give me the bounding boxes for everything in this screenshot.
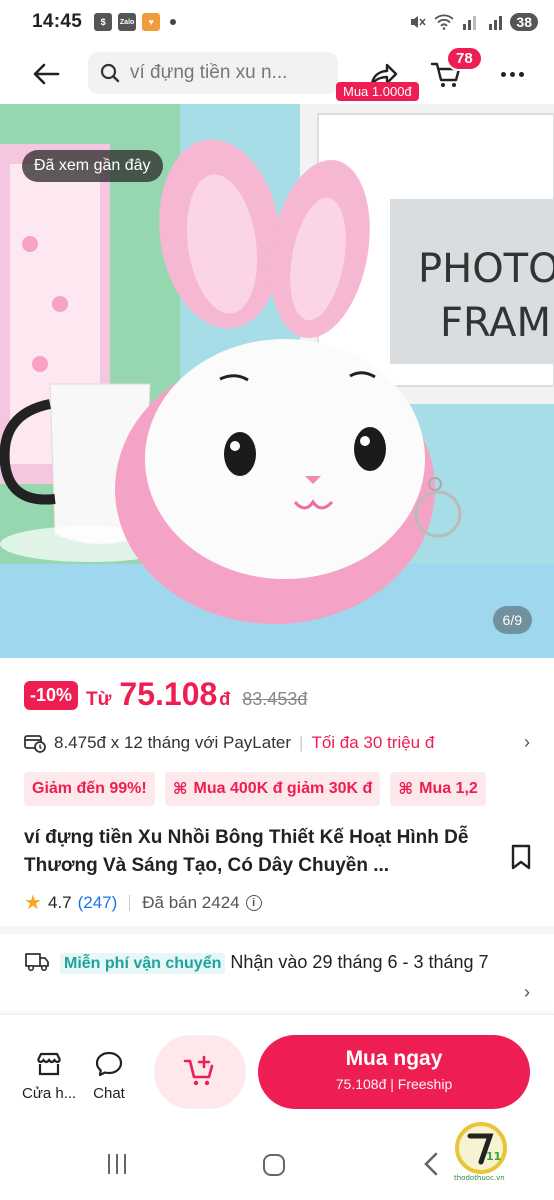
wifi-icon (434, 14, 455, 30)
coupon-label: Giảm đến 99%! (32, 780, 147, 797)
home-button[interactable] (263, 1154, 285, 1176)
chat-button[interactable]: Chat (86, 1051, 132, 1102)
signal-icon (463, 16, 477, 30)
price-currency: đ (219, 689, 231, 709)
search-icon (100, 63, 120, 83)
photo-frame-text-2: FRAME (440, 300, 554, 346)
product-image-carousel[interactable]: PHOTO FRAME Đã xem gần đây 6/9 (0, 104, 554, 658)
free-shipping-badge: Miễn phí vận chuyển (60, 953, 226, 974)
store-icon (37, 1052, 61, 1076)
paylater-divider: | (299, 732, 304, 752)
truck-icon (25, 953, 49, 972)
coupon-strip: Giảm đến 99%! ⌘ Mua 400K đ giảm 30K đ ⌘ Mu… (24, 772, 554, 806)
image-page-indicator: 6/9 (492, 606, 532, 634)
system-navigation-bar: 11 thodothuoc.vn (0, 1122, 554, 1200)
product-photo: PHOTO FRAME (0, 104, 554, 658)
current-price: 75.108 (119, 676, 218, 712)
buy-promo-tag: Mua 1.000đ (336, 82, 419, 101)
more-dot-icon (509, 71, 515, 77)
sold-count: Đã bán 2424 (142, 892, 240, 912)
add-to-cart-icon (183, 1055, 214, 1086)
store-button[interactable]: Cửa h... (22, 1051, 76, 1102)
recent-apps-button[interactable] (108, 1154, 126, 1174)
status-time: 14:45 (32, 11, 83, 32)
rating-value: 4.7 (47, 892, 72, 912)
cart-count-badge: 78 (446, 46, 483, 71)
coupon-label: Mua 400K đ giảm 30K đ (193, 780, 373, 797)
system-back-button[interactable] (420, 1150, 444, 1178)
shop-notification-icon: $ (94, 13, 113, 31)
notification-icons: $ Zalo ♥ (94, 13, 177, 31)
signal-icon-2 (489, 16, 503, 30)
add-to-cart-button[interactable] (154, 1035, 246, 1109)
store-label: Cửa h... (22, 1085, 76, 1102)
more-dot-icon (500, 71, 506, 77)
shipping-row[interactable]: Miễn phí vận chuyển Nhận vào 29 tháng 6 … (24, 948, 534, 1002)
delivery-estimate: Nhận vào 29 tháng 6 - 3 tháng 7 (230, 952, 489, 972)
more-dot-icon (518, 71, 524, 77)
paylater-limit: Tối đa 30 triệu đ (311, 732, 435, 752)
bookmark-button[interactable] (510, 844, 532, 870)
bottom-action-bar: Cửa h... Chat Mua ngay 75.108đ | Freeshi… (0, 1014, 554, 1128)
coupon-label: Mua 1,2 (419, 780, 478, 797)
recent-apps-icon (124, 1154, 126, 1174)
chevron-right-icon: › (524, 982, 530, 1002)
paylater-icon (24, 734, 46, 753)
info-icon[interactable]: i (245, 894, 262, 911)
discount-badge: -10% (24, 681, 79, 710)
coupon-chip[interactable]: ⌘ Mua 1,2 (390, 772, 486, 806)
recent-apps-icon (108, 1154, 110, 1174)
price-from-label: Từ (86, 689, 112, 710)
paylater-row[interactable]: 8.475đ x 12 tháng với PayLater | Tối đa … (24, 732, 530, 753)
chat-label: Chat (93, 1085, 125, 1102)
zalo-icon: Zalo (118, 13, 137, 31)
section-divider (0, 926, 554, 934)
review-count[interactable]: (247) (78, 893, 118, 913)
recently-viewed-badge[interactable]: Đã xem gần đây (22, 150, 163, 182)
chevron-right-icon: › (524, 732, 530, 752)
product-title: ví đựng tiền Xu Nhồi Bông Thiết Kế Hoạt … (24, 827, 469, 876)
coupon-chip[interactable]: ⌘ Mua 400K đ giảm 30K đ (164, 772, 381, 806)
buy-now-subtitle: 75.108đ | Freeship (335, 1076, 453, 1092)
more-notifications-icon (170, 19, 177, 25)
more-options-button[interactable] (494, 56, 530, 92)
bowtie-icon: ⌘ (398, 781, 414, 798)
watermark-text: thodothuoc.vn (454, 1174, 505, 1182)
watermark-logo: 11 thodothuoc.vn (454, 1122, 507, 1182)
svg-text:11: 11 (486, 1150, 501, 1163)
bookmark-icon (511, 844, 531, 870)
search-placeholder: ví đựng tiền xu n... (130, 62, 288, 83)
heart-app-icon: ♥ (142, 13, 161, 31)
rating-row[interactable]: ★ 4.7 (247) Đã bán 2424 i (24, 890, 262, 915)
star-icon: ★ (24, 892, 42, 914)
chat-bubble-icon (95, 1051, 123, 1077)
buy-now-label: Mua ngay (345, 1047, 443, 1070)
photo-frame-text-1: PHOTO (418, 246, 554, 292)
status-bar: 14:45 $ Zalo ♥ 38 (0, 0, 554, 44)
paylater-text: 8.475đ x 12 tháng với PayLater (54, 732, 292, 752)
buy-now-button[interactable]: Mua ngay 75.108đ | Freeship (258, 1035, 530, 1109)
coupon-chip[interactable]: Giảm đến 99%! (24, 772, 155, 806)
system-status-icons: 38 (408, 13, 538, 31)
price-row: -10% Từ 75.108 đ 83.453đ (24, 676, 307, 714)
recent-apps-icon (116, 1154, 118, 1174)
top-navigation: ví đựng tiền xu n... 78 Mua 1.000đ (0, 46, 554, 102)
mute-icon (411, 16, 426, 28)
original-price: 83.453đ (242, 689, 308, 709)
chevron-left-icon (424, 1152, 438, 1176)
arrow-left-icon (33, 63, 60, 85)
back-button[interactable] (28, 56, 64, 92)
bowtie-icon: ⌘ (172, 781, 188, 798)
battery-indicator: 38 (510, 13, 538, 31)
search-input[interactable]: ví đựng tiền xu n... (88, 52, 338, 94)
divider (129, 894, 131, 911)
